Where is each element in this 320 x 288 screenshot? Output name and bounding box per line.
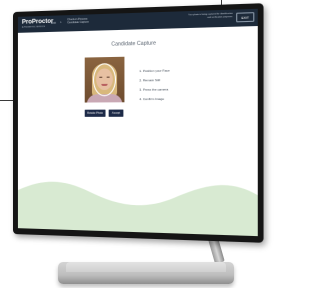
exit-button[interactable]: EXIT bbox=[236, 12, 255, 23]
exit-link[interactable]: Exit bbox=[51, 21, 56, 25]
monitor: ProProctor A PROMETRIC SERVICE Exit › Ch… bbox=[13, 3, 264, 243]
page-title: Candidate Capture bbox=[111, 40, 156, 48]
app-logo-subtitle: A PROMETRIC SERVICE bbox=[21, 26, 46, 29]
status-message: Your photo is being captured for identif… bbox=[166, 13, 233, 21]
breadcrumb: Check-in Process Candidate Capture bbox=[67, 18, 89, 25]
breadcrumb-current: Candidate Capture bbox=[67, 20, 89, 25]
face-guide-oval bbox=[93, 63, 117, 97]
instruction-list: 1. Position your Face 2. Remain Still 3.… bbox=[139, 66, 216, 105]
retake-photo-button[interactable]: Retake Photo bbox=[84, 109, 106, 117]
chevron-right-icon: › bbox=[60, 19, 62, 25]
accept-button[interactable]: Accept bbox=[108, 109, 124, 117]
camera-preview bbox=[84, 56, 125, 103]
screen: ProProctor A PROMETRIC SERVICE Exit › Ch… bbox=[17, 8, 258, 237]
decorative-wave bbox=[17, 181, 258, 237]
instruction-step: 4. Confirm Image bbox=[139, 96, 165, 102]
stage: ProProctor A PROMETRIC SERVICE Exit › Ch… bbox=[0, 0, 264, 288]
app-header: ProProctor A PROMETRIC SERVICE Exit › Ch… bbox=[17, 8, 258, 33]
monitor-stand-base-top bbox=[66, 262, 226, 272]
wave-shape bbox=[17, 181, 258, 237]
app-logo: ProProctor bbox=[21, 18, 54, 26]
status-message-line: and verification purposes. bbox=[207, 16, 233, 19]
